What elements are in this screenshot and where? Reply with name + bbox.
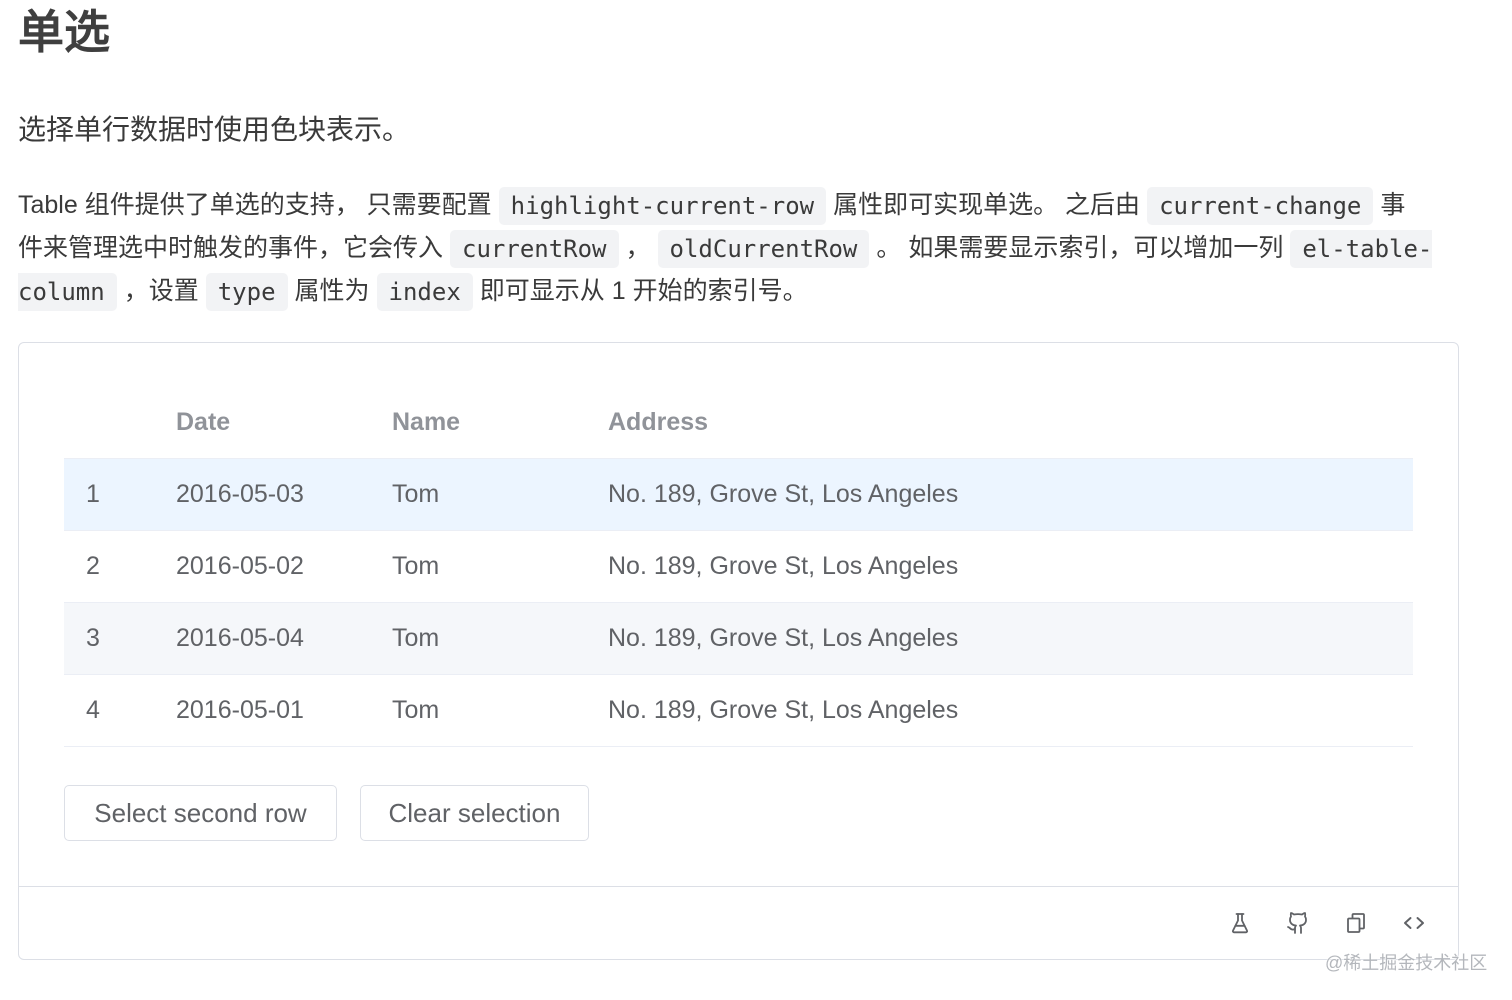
- row-address: No. 189, Grove St, Los Angeles: [608, 696, 959, 724]
- description-line-3: column ，设置 type 属性为 index 即可显示从 1 开始的索引号…: [18, 270, 1458, 313]
- inline-code-current-change: current-change: [1147, 186, 1374, 225]
- watermark: @稀土掘金技术社区: [1325, 953, 1488, 973]
- description-text: ，设置: [123, 277, 199, 305]
- github-icon[interactable]: [1286, 911, 1310, 935]
- code-icon[interactable]: [1402, 911, 1426, 935]
- row-address: No. 189, Grove St, Los Angeles: [608, 480, 959, 508]
- name-column-header: Name: [392, 408, 461, 436]
- row-name: Tom: [392, 552, 440, 580]
- description-text: 。 如果需要显示索引，可以增加一列: [876, 234, 1284, 262]
- description-text: 件来管理选中时触发的事件，它会传入: [18, 234, 444, 262]
- demo-buttons: Select second row Clear selection: [64, 785, 589, 841]
- row-date: 2016-05-04: [176, 624, 304, 652]
- description-text: Table 组件提供了单选的支持， 只需要配置: [18, 191, 492, 219]
- inline-code-highlight-current-row: highlight-current-row: [498, 186, 827, 225]
- inline-code-old-current-row: oldCurrentRow: [657, 229, 870, 268]
- table-row[interactable]: 2 2016-05-02 Tom No. 189, Grove St, Los …: [64, 531, 1413, 603]
- inline-code-el-table-column: column: [18, 272, 117, 311]
- row-address: No. 189, Grove St, Los Angeles: [608, 624, 959, 652]
- flask-icon[interactable]: [1228, 911, 1252, 935]
- inline-code-index: index: [376, 272, 473, 311]
- description-text: 属性即可实现单选。 之后由: [833, 191, 1141, 219]
- description-paragraph: Table 组件提供了单选的支持， 只需要配置 highlight-curren…: [18, 184, 1458, 313]
- row-index: 2: [86, 552, 100, 580]
- description-text: 即可显示从 1 开始的索引号。: [479, 277, 808, 305]
- row-address: No. 189, Grove St, Los Angeles: [608, 552, 959, 580]
- table-header-row: Date Name Address: [64, 387, 1413, 459]
- page-title: 单选: [18, 6, 110, 58]
- description-text: ，: [625, 234, 651, 262]
- inline-code-el-table-column: el-table-: [1290, 229, 1433, 268]
- address-column-header: Address: [608, 408, 709, 436]
- row-name: Tom: [392, 480, 440, 508]
- inline-code-type: type: [205, 272, 288, 311]
- table-row[interactable]: 4 2016-05-01 Tom No. 189, Grove St, Los …: [64, 675, 1413, 747]
- row-name: Tom: [392, 696, 440, 724]
- description-line-2: 件来管理选中时触发的事件，它会传入 currentRow ， oldCurren…: [18, 227, 1458, 270]
- row-date: 2016-05-02: [176, 552, 304, 580]
- demo-toolbar: [19, 886, 1458, 959]
- description-text: 属性为: [294, 277, 370, 305]
- row-name: Tom: [392, 624, 440, 652]
- select-second-row-button[interactable]: Select second row: [64, 785, 337, 841]
- row-index: 4: [86, 696, 100, 724]
- row-date: 2016-05-03: [176, 480, 304, 508]
- table-row[interactable]: 3 2016-05-04 Tom No. 189, Grove St, Los …: [64, 603, 1413, 675]
- description-text: 事: [1380, 191, 1406, 219]
- date-column-header: Date: [176, 408, 231, 436]
- clear-selection-button[interactable]: Clear selection: [360, 785, 589, 841]
- table-row[interactable]: 1 2016-05-03 Tom No. 189, Grove St, Los …: [64, 459, 1413, 531]
- row-index: 3: [86, 624, 100, 652]
- inline-code-current-row: currentRow: [450, 229, 619, 268]
- intro-paragraph: 选择单行数据时使用色块表示。: [18, 114, 411, 145]
- description-line-1: Table 组件提供了单选的支持， 只需要配置 highlight-curren…: [18, 184, 1458, 227]
- row-date: 2016-05-01: [176, 696, 304, 724]
- single-select-table: Date Name Address 1 2016-05-03 Tom No. 1…: [64, 387, 1413, 747]
- row-index: 1: [86, 480, 100, 508]
- copy-icon[interactable]: [1344, 911, 1368, 935]
- demo-block: Date Name Address 1 2016-05-03 Tom No. 1…: [18, 342, 1459, 960]
